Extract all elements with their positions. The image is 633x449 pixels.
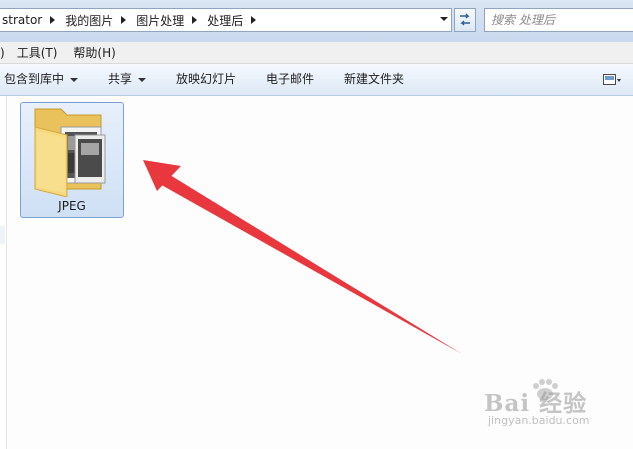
explorer-window: strator 我的图片 图片处理 处理后 搜索 处理后 ) 工具(T) 帮助(…	[0, 0, 633, 449]
navigation-pane[interactable]	[0, 96, 7, 449]
address-history-dropdown-icon[interactable]	[440, 17, 448, 21]
menu-item-help-fragment[interactable]: )	[0, 46, 9, 60]
chevron-down-icon	[138, 77, 147, 82]
share-label: 共享	[108, 72, 133, 86]
menu-item-help[interactable]: 帮助(H)	[65, 44, 123, 61]
breadcrumb-separator-icon[interactable]	[192, 16, 198, 24]
breadcrumb-my-pictures[interactable]: 我的图片	[63, 12, 115, 29]
address-strip: strator 我的图片 图片处理 处理后 搜索 处理后	[0, 0, 633, 43]
share-button[interactable]: 共享	[108, 64, 147, 95]
menu-bar: ) 工具(T) 帮助(H)	[0, 42, 633, 64]
navigation-item[interactable]	[0, 226, 5, 244]
breadcrumb-user[interactable]: strator	[0, 13, 44, 27]
chevron-down-icon	[70, 77, 79, 82]
breadcrumb-image-processing[interactable]: 图片处理	[134, 12, 186, 29]
folder-label: JPEG	[58, 199, 86, 213]
address-bar[interactable]: strator 我的图片 图片处理 处理后	[0, 8, 452, 32]
include-in-library-label: 包含到库中	[4, 72, 65, 86]
breadcrumb-separator-icon[interactable]	[121, 16, 127, 24]
watermark: Bai 经验 jingyan.baidu.com	[478, 378, 628, 438]
view-options-button[interactable]	[602, 72, 622, 88]
breadcrumb-separator-icon[interactable]	[251, 16, 257, 24]
command-bar: 包含到库中 共享 放映幻灯片 电子邮件 新建文件夹	[0, 64, 633, 96]
folder-item-jpeg[interactable]: JPEG	[20, 102, 124, 218]
breadcrumb-processed[interactable]: 处理后	[205, 12, 245, 29]
search-input[interactable]: 搜索 处理后	[484, 8, 633, 32]
email-button[interactable]: 电子邮件	[266, 64, 314, 95]
folder-icon	[34, 108, 106, 197]
view-options-icon	[603, 74, 621, 85]
slideshow-button[interactable]: 放映幻灯片	[176, 64, 236, 95]
refresh-icon	[460, 13, 470, 26]
refresh-button[interactable]	[454, 8, 476, 32]
watermark-brand: Bai 经验	[484, 390, 588, 417]
menu-item-tools[interactable]: 工具(T)	[9, 44, 66, 61]
watermark-url: jingyan.baidu.com	[488, 414, 590, 427]
breadcrumb-separator-icon[interactable]	[50, 16, 56, 24]
include-in-library-button[interactable]: 包含到库中	[4, 64, 79, 95]
new-folder-button[interactable]: 新建文件夹	[344, 64, 404, 95]
